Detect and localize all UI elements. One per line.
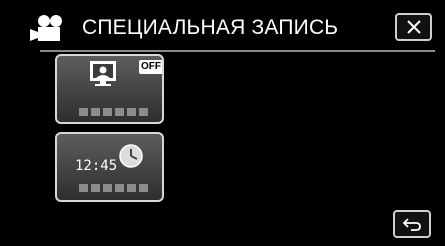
svg-text:12:45: 12:45 [75, 158, 117, 174]
close-icon [406, 20, 421, 34]
value-indicator [79, 108, 148, 116]
value-indicator [79, 184, 148, 192]
back-button[interactable] [393, 210, 431, 238]
portrait-option-button[interactable]: OFF [55, 54, 164, 124]
header-bar: СПЕЦИАЛЬНАЯ ЗАПИСЬ [30, 10, 436, 46]
portrait-icon [90, 61, 116, 86]
off-status-badge: OFF [139, 60, 162, 74]
timer-option-button[interactable]: 12:45 [55, 132, 164, 202]
header-divider [40, 50, 435, 52]
close-button[interactable] [395, 13, 432, 41]
return-arrow-icon [402, 218, 421, 231]
clock-icon: 12:45 [75, 144, 143, 174]
page-title: СПЕЦИАЛЬНАЯ ЗАПИСЬ [82, 16, 339, 39]
video-camera-icon [30, 15, 62, 41]
lcd-screen: СПЕЦИАЛЬНАЯ ЗАПИСЬ OFF 12:45 [0, 0, 445, 246]
